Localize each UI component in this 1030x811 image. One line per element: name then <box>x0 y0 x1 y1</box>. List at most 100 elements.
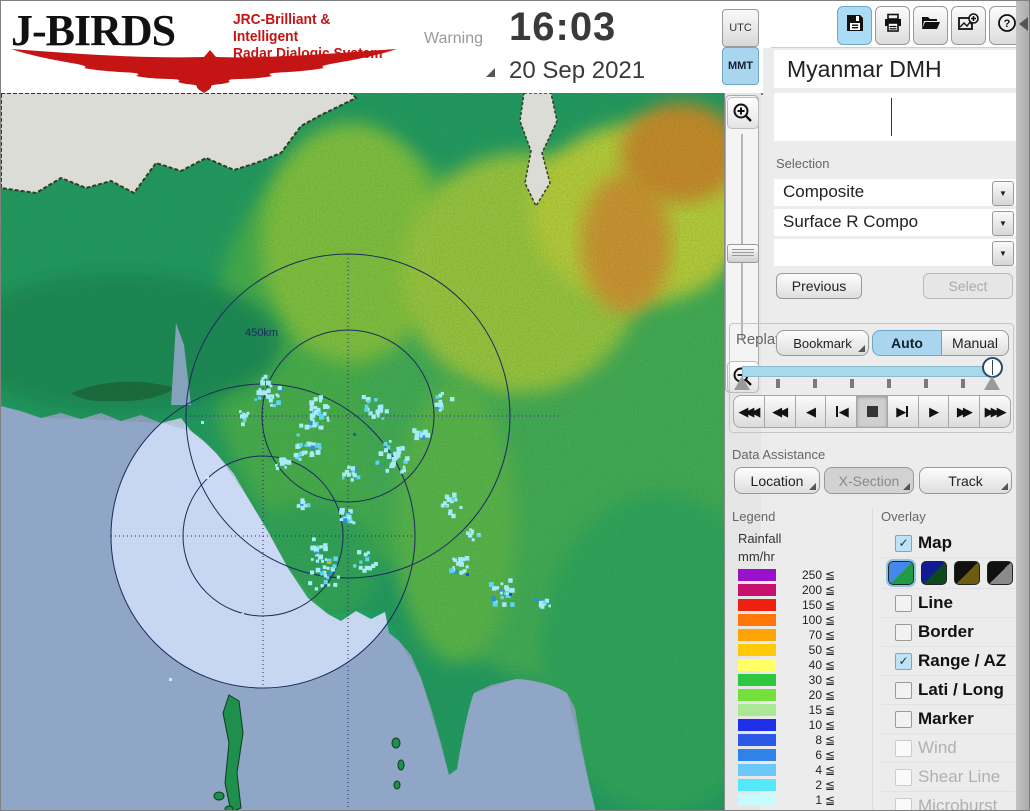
replay-panel: Replay Bookmark Auto Manual ◀◀◀ ◀◀ ◀ ◀ ▶ ▶ ▶▶ ▶… <box>729 323 1014 433</box>
checkbox[interactable] <box>895 594 912 612</box>
overlay-item-label: Marker <box>918 709 974 728</box>
slider-tick <box>887 379 891 388</box>
overlay-list: ✓ Map Line Border ✓ Range / AZ Lati / Long Mark… <box>881 529 1015 810</box>
warning-button[interactable]: Warning <box>409 4 498 80</box>
checkbox[interactable] <box>895 710 912 728</box>
selection-dropdown-2[interactable]: Surface R Compo ▼ <box>774 209 1016 236</box>
info-box[interactable] <box>774 93 1016 141</box>
play-reverse-button[interactable]: ◀ <box>794 395 827 428</box>
print-button[interactable] <box>875 6 910 45</box>
legend-value: 50 <box>808 642 822 657</box>
legend-row: 200 ≦ <box>738 582 848 597</box>
legend-swatch <box>738 748 776 761</box>
zoom-slider-track[interactable] <box>741 134 743 340</box>
legend-swatch <box>738 643 776 656</box>
legend-value: 6 <box>815 747 822 762</box>
less-equal-symbol: ≦ <box>825 627 836 642</box>
slider-tick <box>813 379 817 388</box>
chevron-down-icon[interactable]: ▼ <box>992 181 1014 206</box>
overlay-label: Overlay <box>881 509 926 524</box>
step-forward-button[interactable]: ▶ <box>886 395 919 428</box>
overlay-section: Overlay ✓ Map Line Border ✓ Range / AZ Lati / … <box>881 509 1015 810</box>
radar-map[interactable]: 450km <box>1 93 724 811</box>
slider-end-marker[interactable] <box>984 376 1000 390</box>
bar-icon <box>835 406 838 417</box>
jbirds-logo: J-BIRDS JRC-Brilliant & Intelligent Rada… <box>7 3 403 93</box>
checkbox[interactable]: ✓ <box>895 534 912 552</box>
replay-slider-handle[interactable] <box>982 357 1003 378</box>
utc-button[interactable]: UTC <box>722 9 759 47</box>
map-theme-swatch[interactable] <box>886 559 916 587</box>
selection-dropdown-1[interactable]: Composite ▼ <box>774 179 1016 206</box>
location-button[interactable]: Location <box>734 467 820 494</box>
range-label: 450km <box>245 327 278 339</box>
overlay-item-label: Range / AZ <box>918 651 1007 670</box>
legend-row: 40 ≦ <box>738 657 848 672</box>
less-equal-symbol: ≦ <box>825 567 836 582</box>
chevron-down-icon[interactable]: ▼ <box>992 211 1014 236</box>
checkbox[interactable]: ✓ <box>895 652 912 670</box>
zoom-in-button[interactable] <box>727 97 759 129</box>
select-button[interactable]: Select <box>923 273 1013 299</box>
legend-section: Legend Rainfall mm/hr 250 ≦ 200 ≦ 150 ≦ 100 ≦ 70… <box>732 509 870 807</box>
zoom-slider-handle[interactable] <box>727 244 759 263</box>
stop-button[interactable] <box>856 395 888 428</box>
bookmark-button[interactable]: Bookmark <box>776 330 869 356</box>
map-theme-swatch[interactable] <box>921 561 947 585</box>
open-folder-button[interactable] <box>913 6 948 45</box>
left-triangle-icon: ◀◀ <box>772 403 788 419</box>
legend-value: 10 <box>808 717 822 732</box>
previous-button[interactable]: Previous <box>776 273 862 299</box>
legend-unit-2: mm/hr <box>738 549 775 564</box>
legend-swatch <box>738 628 776 641</box>
legend-value: 8 <box>815 732 822 747</box>
legend-row: 8 ≦ <box>738 732 848 747</box>
overlay-item-label: Line <box>918 593 953 612</box>
help-icon: ? <box>997 13 1017 38</box>
legend-scale: 250 ≦ 200 ≦ 150 ≦ 100 ≦ 70 ≦ 50 ≦ 40 ≦ 30 ≦ 20 ≦ 15 ≦ 10 ≦ 8 ≦ 6… <box>738 567 848 807</box>
checkbox <box>895 768 912 786</box>
x-section-button[interactable]: X-Section <box>824 467 914 494</box>
collapse-panel-icon[interactable] <box>1019 17 1028 31</box>
checkbox <box>895 797 912 810</box>
divider <box>891 98 892 136</box>
selection-dropdown-3[interactable]: ▼ <box>774 239 1016 266</box>
mmt-button[interactable]: MMT <box>722 47 759 85</box>
open-folder-icon <box>921 13 941 38</box>
left-triangle-icon: ◀◀◀ <box>738 403 760 419</box>
map-area[interactable]: 450km <box>1 93 761 811</box>
step-back-button[interactable]: ◀ <box>825 395 858 428</box>
save-button[interactable] <box>837 6 872 45</box>
less-equal-symbol: ≦ <box>825 732 836 747</box>
less-equal-symbol: ≦ <box>825 717 836 732</box>
replay-slider-track[interactable] <box>742 366 996 377</box>
add-image-button[interactable] <box>951 6 986 45</box>
rewind-fast-button[interactable]: ◀◀ <box>763 395 796 428</box>
left-triangle-icon: ◀ <box>838 403 849 419</box>
map-theme-row <box>881 558 1015 589</box>
slider-start-marker[interactable] <box>734 376 750 390</box>
forward-fast-button[interactable]: ▶▶ <box>948 395 981 428</box>
chevron-down-icon[interactable]: ▼ <box>992 241 1014 266</box>
right-triangle-icon: ▶ <box>929 403 939 419</box>
track-button[interactable]: Track <box>919 467 1012 494</box>
less-equal-symbol: ≦ <box>825 747 836 762</box>
manual-button[interactable]: Manual <box>941 330 1009 356</box>
jbirds-window: J-BIRDS JRC-Brilliant & Intelligent Rada… <box>0 0 1030 811</box>
legend-swatch <box>738 598 776 611</box>
legend-value: 1 <box>815 792 822 807</box>
map-theme-swatch[interactable] <box>954 561 980 585</box>
legend-value: 200 <box>801 582 822 597</box>
rewind-fastest-button[interactable]: ◀◀◀ <box>733 395 765 428</box>
checkbox[interactable] <box>895 623 912 641</box>
checkbox[interactable] <box>895 681 912 699</box>
toolbar: ? <box>837 6 1024 45</box>
overlay-item-label: Shear Line <box>918 767 1001 786</box>
auto-button[interactable]: Auto <box>872 330 942 356</box>
play-button[interactable]: ▶ <box>917 395 950 428</box>
less-equal-symbol: ≦ <box>825 597 836 612</box>
legend-row: 150 ≦ <box>738 597 848 612</box>
forward-fastest-button[interactable]: ▶▶▶ <box>979 395 1012 428</box>
divider <box>771 47 1016 48</box>
map-theme-swatch[interactable] <box>987 561 1013 585</box>
